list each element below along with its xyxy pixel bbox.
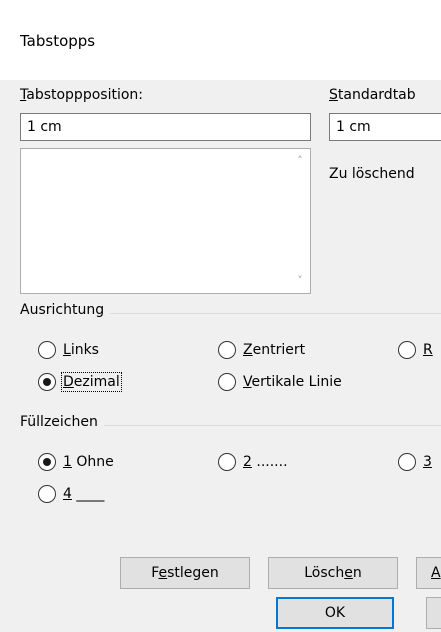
list-scrollbar[interactable]: ˄ ˅ xyxy=(290,149,310,293)
radio-vertical-line[interactable]: Vertikale Linie xyxy=(218,373,342,391)
radio-decimal-label: Dezimal xyxy=(61,372,122,392)
radio-leader-2-circle[interactable] xyxy=(218,453,236,471)
radio-center[interactable]: Zentriert xyxy=(218,341,305,359)
tab-position-input[interactable]: 1 cm xyxy=(20,113,311,141)
cancel-button[interactable] xyxy=(426,597,441,629)
radio-center-circle[interactable] xyxy=(218,341,236,359)
standard-tab-label: Standardtab xyxy=(329,87,416,103)
ok-button[interactable]: OK xyxy=(276,597,394,629)
set-button[interactable]: Festlegen xyxy=(120,557,250,589)
radio-left[interactable]: Links xyxy=(38,341,99,359)
dialog-title: Tabstopps xyxy=(20,32,96,50)
leader-group-label: Füllzeichen xyxy=(20,414,104,430)
radio-left-circle[interactable] xyxy=(38,341,56,359)
tab-position-label: Tabstoppposition: xyxy=(20,87,143,103)
scroll-down-icon[interactable]: ˅ xyxy=(294,275,306,287)
delete-button[interactable]: Löschen xyxy=(268,557,398,589)
radio-leader-4-label: 4 ____ xyxy=(63,486,105,502)
radio-right-circle[interactable] xyxy=(398,341,416,359)
radio-leader-1[interactable]: 1 Ohne xyxy=(38,453,114,471)
title-bar: Tabstopps xyxy=(0,0,441,80)
radio-right[interactable]: R xyxy=(398,341,433,359)
tabs-dialog: Tabstopps Tabstoppposition: 1 cm ˄ ˅ Sta… xyxy=(0,0,441,632)
radio-leader-1-circle[interactable] xyxy=(38,453,56,471)
radio-leader-1-label: 1 Ohne xyxy=(63,454,114,470)
radio-right-label: R xyxy=(423,342,433,358)
radio-vertical-line-circle[interactable] xyxy=(218,373,236,391)
radio-leader-2-label: 2 ....... xyxy=(243,454,288,470)
radio-center-label: Zentriert xyxy=(243,342,306,358)
radio-leader-3[interactable]: 3 xyxy=(398,453,432,471)
radio-leader-4-circle[interactable] xyxy=(38,485,56,503)
radio-leader-3-label: 3 xyxy=(423,454,432,470)
tab-position-list[interactable]: ˄ ˅ xyxy=(20,148,311,294)
scroll-up-icon[interactable]: ˄ xyxy=(294,155,306,167)
radio-leader-4[interactable]: 4 ____ xyxy=(38,485,104,503)
radio-leader-2[interactable]: 2 ....... xyxy=(218,453,288,471)
to-delete-label: Zu löschend xyxy=(329,166,415,182)
delete-all-button[interactable]: A xyxy=(416,557,441,589)
alignment-group-label: Ausrichtung xyxy=(20,302,111,318)
radio-left-label: Links xyxy=(63,342,99,358)
radio-leader-3-circle[interactable] xyxy=(398,453,416,471)
standard-tab-input[interactable]: 1 cm xyxy=(329,113,441,141)
radio-decimal[interactable]: Dezimal xyxy=(38,372,122,392)
radio-decimal-circle[interactable] xyxy=(38,373,56,391)
radio-vertical-line-label: Vertikale Linie xyxy=(243,374,342,390)
